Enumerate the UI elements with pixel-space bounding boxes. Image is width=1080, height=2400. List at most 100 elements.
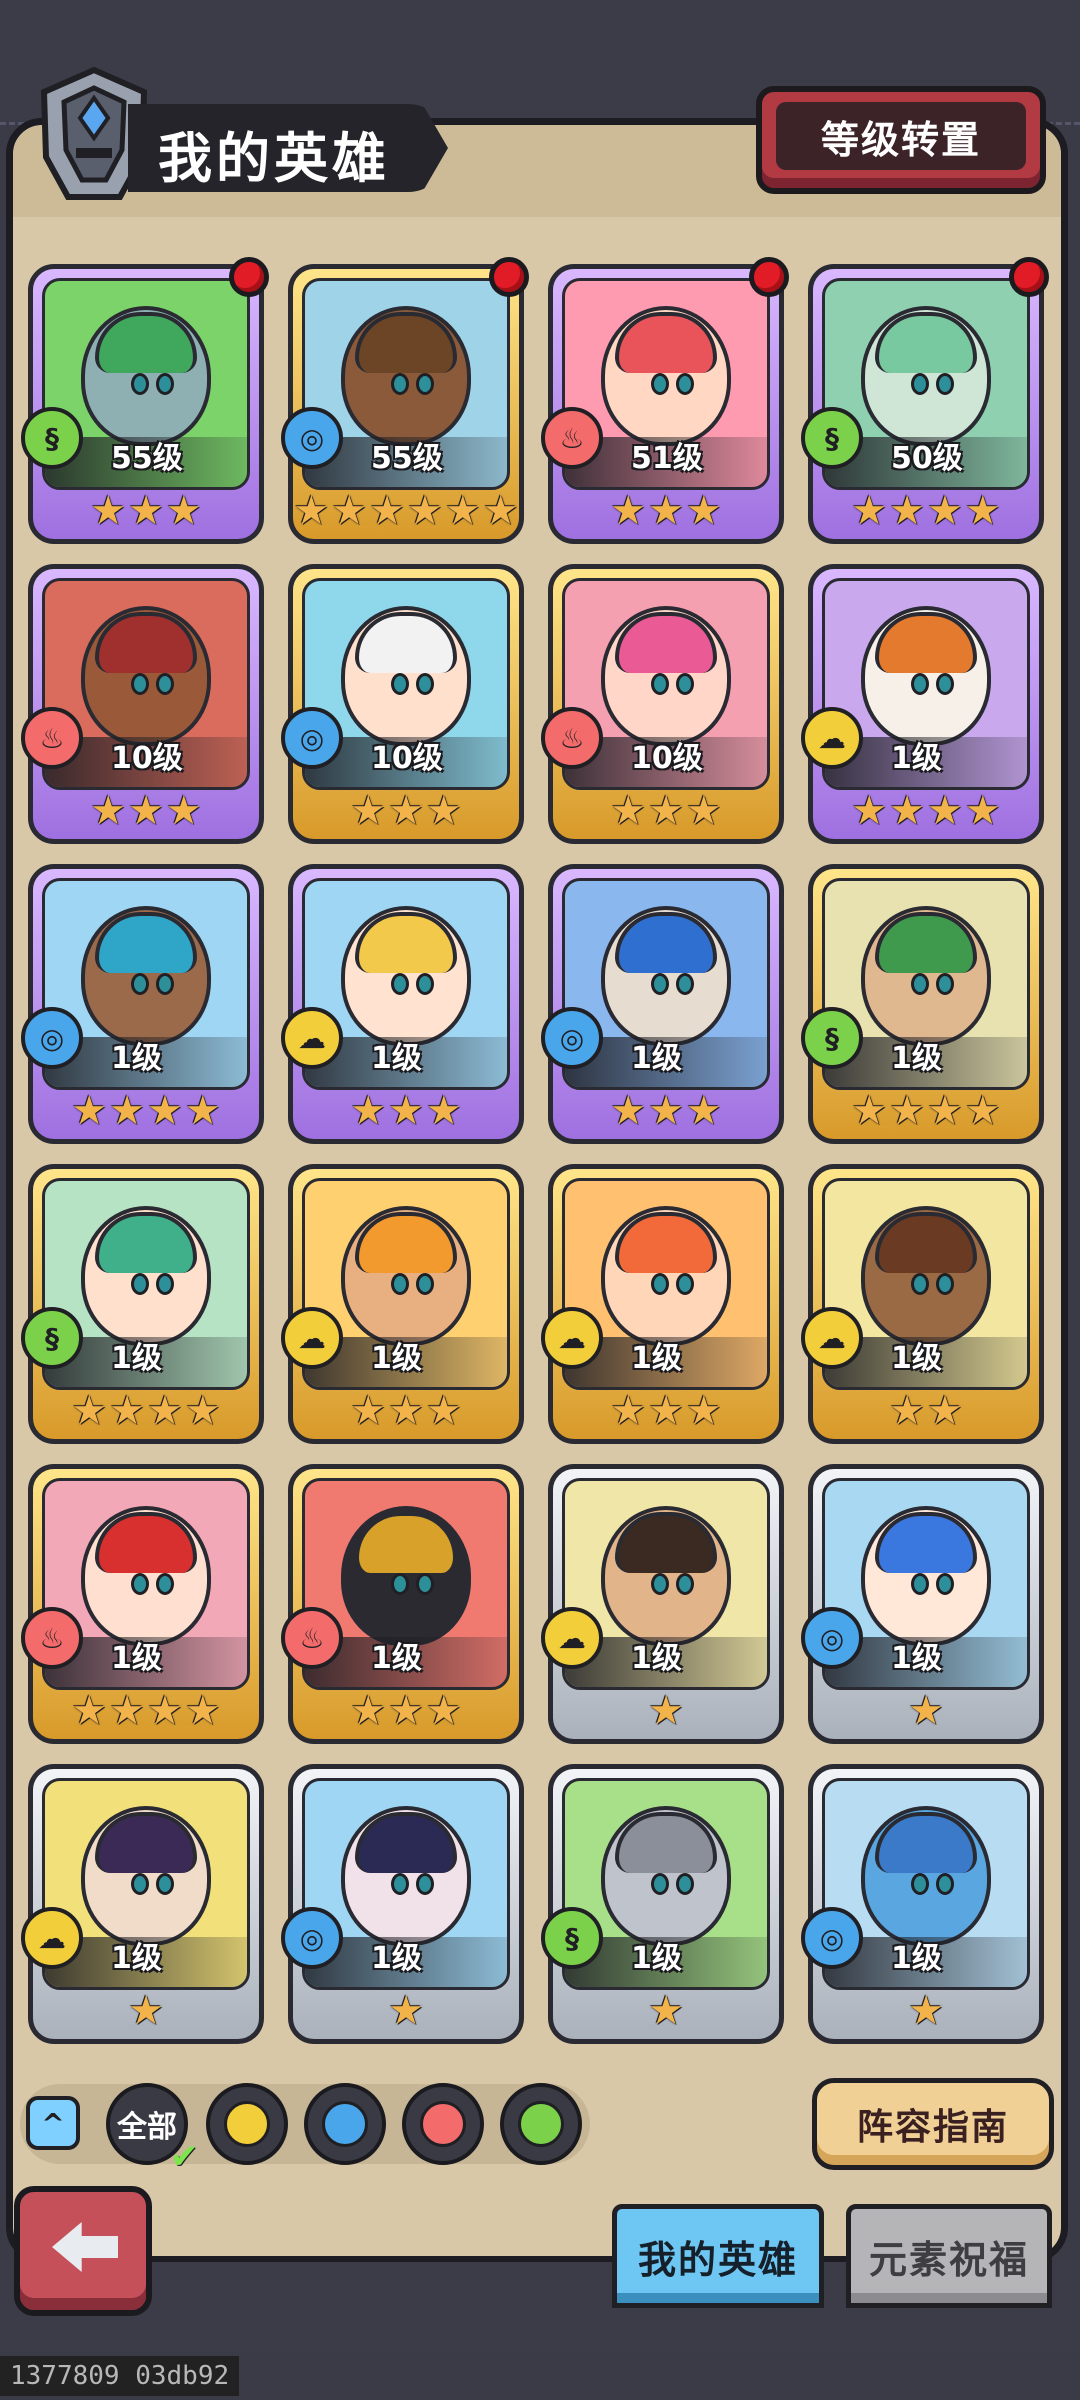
hero-card[interactable]: 1级 ☁ ★ — [541, 1464, 784, 1744]
hero-stars: ★ ★ ★ ★ — [813, 1089, 1039, 1133]
hero-face — [601, 905, 731, 1046]
hero-level: 1级 — [111, 1041, 162, 1076]
hero-card[interactable]: 1级 ♨ ★ ★ ★ — [281, 1464, 524, 1744]
hero-eye — [131, 1573, 150, 1596]
earth-element-icon: ☁ — [541, 1607, 603, 1669]
grass-element-icon: § — [801, 1007, 863, 1069]
star-icon: ★ — [964, 1088, 1001, 1134]
star-icon: ★ — [147, 1688, 183, 1734]
filter-earth-button[interactable] — [206, 2083, 288, 2165]
hero-face — [861, 905, 991, 1046]
hero-eye — [675, 673, 694, 696]
star-icon: ★ — [908, 1988, 944, 2034]
hero-stars: ★ — [813, 1989, 1039, 2033]
hero-stars: ★ ★ ★ — [293, 789, 519, 833]
hero-stars: ★ ★ ★ ★ — [33, 1689, 259, 1733]
filter-all-button[interactable]: 全部 ✔ — [106, 2083, 199, 2177]
hero-eye — [155, 973, 174, 996]
hero-level: 1级 — [111, 1341, 162, 1376]
hero-stars: ★ — [813, 1689, 1039, 1733]
hero-card[interactable]: 55级 § ★ ★ ★ — [21, 257, 269, 544]
water-element-icon — [322, 2101, 368, 2147]
hero-face — [81, 905, 211, 1046]
hero-card[interactable]: 1级 ◎ ★ — [281, 1764, 524, 2044]
hero-level: 1级 — [111, 1641, 162, 1676]
filter-fire-button[interactable] — [402, 2083, 484, 2165]
hero-face — [81, 605, 211, 746]
hero-hair — [614, 312, 718, 374]
notification-dot — [1009, 257, 1049, 297]
hero-level: 1级 — [371, 1341, 422, 1376]
collapse-filter-button[interactable]: ^ — [26, 2096, 80, 2150]
level-transfer-button[interactable]: 等级转置 — [756, 86, 1046, 194]
tab-my-heroes[interactable]: 我的英雄 — [612, 2204, 824, 2308]
filter-grass-button[interactable] — [500, 2083, 582, 2165]
star-icon: ★ — [425, 788, 462, 834]
hero-card[interactable]: 1级 ☁ ★ ★ ★ — [541, 1164, 784, 1444]
hero-card[interactable]: 50级 § ★ ★ ★ ★ — [801, 257, 1049, 544]
star-icon: ★ — [331, 488, 368, 534]
hero-face — [601, 1505, 731, 1646]
star-icon: ★ — [350, 1688, 387, 1734]
hero-eye — [651, 373, 670, 396]
fire-element-icon: ♨ — [541, 707, 603, 769]
hero-eye — [935, 673, 954, 696]
hero-card[interactable]: 1级 ◎ ★ ★ ★ — [541, 864, 784, 1144]
hero-card[interactable]: 1级 § ★ ★ ★ ★ — [21, 1164, 264, 1444]
hero-card[interactable]: 1级 ◎ ★ — [801, 1764, 1044, 2044]
hero-eye — [935, 1873, 954, 1896]
star-icon: ★ — [407, 488, 443, 534]
hero-eye — [415, 1573, 434, 1596]
fire-element-icon — [420, 2101, 466, 2147]
back-button[interactable] — [14, 2186, 152, 2316]
hero-card[interactable]: 10级 ♨ ★ ★ ★ — [21, 564, 264, 844]
hero-stars: ★ — [293, 1989, 519, 2033]
hero-eye — [155, 1873, 174, 1896]
hero-card[interactable]: 1级 ☁ ★ ★ ★ — [281, 1164, 524, 1444]
hero-eye — [155, 673, 174, 696]
hero-card[interactable]: 1级 ☁ ★ ★ ★ ★ — [801, 564, 1044, 844]
hero-hair — [874, 312, 978, 374]
star-icon: ★ — [610, 1088, 647, 1134]
lineup-guide-button[interactable]: 阵容指南 — [812, 2078, 1054, 2170]
hero-hair — [94, 1512, 198, 1574]
hero-card[interactable]: 1级 ◎ ★ — [801, 1464, 1044, 1744]
star-icon: ★ — [388, 1688, 424, 1734]
star-icon: ★ — [648, 1688, 684, 1734]
star-icon: ★ — [71, 1088, 108, 1134]
tab-element-blessing[interactable]: 元素祝福 — [846, 2204, 1052, 2308]
hero-eye — [415, 373, 434, 396]
hero-eye — [651, 1573, 670, 1596]
hero-face — [861, 1805, 991, 1946]
star-icon: ★ — [90, 788, 127, 834]
star-icon: ★ — [927, 1088, 963, 1134]
hero-eye — [675, 1873, 694, 1896]
hero-card[interactable]: 1级 ☁ ★ ★ — [801, 1164, 1044, 1444]
hero-level: 1级 — [371, 1941, 422, 1976]
hero-card[interactable]: 1级 ☁ ★ — [21, 1764, 264, 2044]
hero-eye — [155, 1273, 174, 1296]
star-icon: ★ — [128, 788, 164, 834]
star-icon: ★ — [350, 788, 387, 834]
hero-eye — [651, 1273, 670, 1296]
hero-card[interactable]: 1级 § ★ — [541, 1764, 784, 2044]
hero-stars: ★ — [33, 1989, 259, 2033]
hero-card[interactable]: 51级 ♨ ★ ★ ★ — [541, 257, 789, 544]
hero-card[interactable]: 10级 ♨ ★ ★ ★ — [541, 564, 784, 844]
earth-element-icon: ☁ — [21, 1907, 83, 1969]
water-element-icon: ◎ — [541, 1007, 603, 1069]
hero-card[interactable]: 55级 ◎ ★ ★ ★ ★ ★ ★ — [281, 257, 529, 544]
footer-id: 1377809 03db92 — [0, 2356, 240, 2396]
water-element-icon: ◎ — [801, 1907, 863, 1969]
star-icon: ★ — [927, 488, 963, 534]
filter-water-button[interactable] — [304, 2083, 386, 2165]
hero-card[interactable]: 1级 ☁ ★ ★ ★ — [281, 864, 524, 1144]
hero-card[interactable]: 1级 ◎ ★ ★ ★ ★ — [21, 864, 264, 1144]
star-icon: ★ — [685, 1388, 722, 1434]
hero-card[interactable]: 1级 § ★ ★ ★ ★ — [801, 864, 1044, 1144]
hero-eye — [391, 1273, 410, 1296]
hero-stars: ★ ★ ★ ★ — [33, 1389, 259, 1433]
hero-card[interactable]: 1级 ♨ ★ ★ ★ ★ — [21, 1464, 264, 1744]
hero-face — [861, 1205, 991, 1346]
hero-card[interactable]: 10级 ◎ ★ ★ ★ — [281, 564, 524, 844]
